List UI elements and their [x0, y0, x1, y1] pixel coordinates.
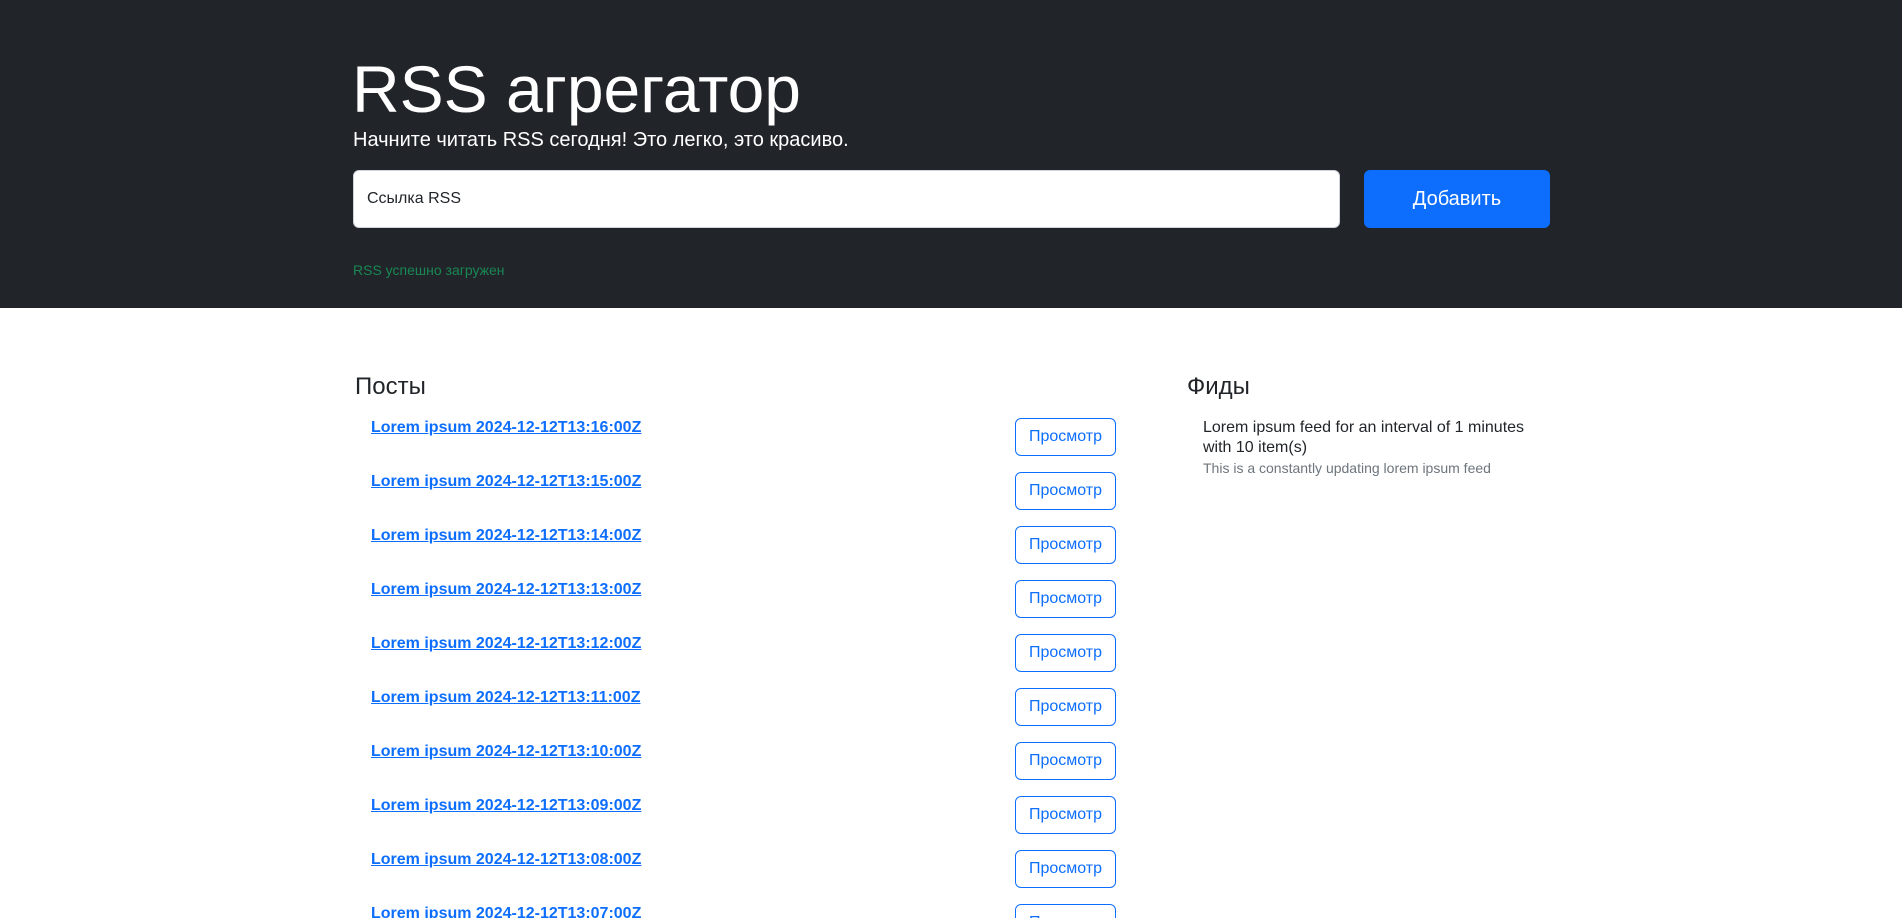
- page-title: RSS агрегатор: [352, 52, 802, 126]
- view-button[interactable]: Просмотр: [1015, 418, 1116, 456]
- posts-list: Lorem ipsum 2024-12-12T13:16:00Z Просмот…: [355, 414, 1117, 918]
- post-item: Lorem ipsum 2024-12-12T13:13:00Z Просмот…: [355, 576, 1117, 630]
- view-button[interactable]: Просмотр: [1015, 526, 1116, 564]
- post-item: Lorem ipsum 2024-12-12T13:08:00Z Просмот…: [355, 846, 1117, 900]
- post-link[interactable]: Lorem ipsum 2024-12-12T13:13:00Z: [371, 581, 641, 599]
- rss-url-input[interactable]: [353, 170, 1340, 228]
- view-button[interactable]: Просмотр: [1015, 688, 1116, 726]
- add-button[interactable]: Добавить: [1364, 170, 1550, 228]
- view-button[interactable]: Просмотр: [1015, 472, 1116, 510]
- post-link[interactable]: Lorem ipsum 2024-12-12T13:08:00Z: [371, 851, 641, 869]
- hero-section: RSS агрегатор Начните читать RSS сегодня…: [0, 0, 1902, 308]
- post-link[interactable]: Lorem ipsum 2024-12-12T13:14:00Z: [371, 527, 641, 545]
- feed-item: Lorem ipsum feed for an interval of 1 mi…: [1187, 414, 1550, 481]
- post-link[interactable]: Lorem ipsum 2024-12-12T13:12:00Z: [371, 635, 641, 653]
- view-button[interactable]: Просмотр: [1015, 742, 1116, 780]
- post-link[interactable]: Lorem ipsum 2024-12-12T13:10:00Z: [371, 743, 641, 761]
- feedback-message: RSS успешно загружен: [353, 262, 505, 278]
- view-button[interactable]: Просмотр: [1015, 796, 1116, 834]
- view-button[interactable]: Просмотр: [1015, 904, 1116, 918]
- post-link[interactable]: Lorem ipsum 2024-12-12T13:16:00Z: [371, 419, 641, 437]
- view-button[interactable]: Просмотр: [1015, 634, 1116, 672]
- view-button[interactable]: Просмотр: [1015, 850, 1116, 888]
- post-item: Lorem ipsum 2024-12-12T13:07:00Z Просмот…: [355, 900, 1117, 918]
- post-link[interactable]: Lorem ipsum 2024-12-12T13:07:00Z: [371, 905, 641, 918]
- feeds-title: Фиды: [1187, 373, 1250, 400]
- feed-title: Lorem ipsum feed for an interval of 1 mi…: [1203, 419, 1525, 456]
- post-item: Lorem ipsum 2024-12-12T13:12:00Z Просмот…: [355, 630, 1117, 684]
- post-link[interactable]: Lorem ipsum 2024-12-12T13:11:00Z: [371, 689, 640, 707]
- post-item: Lorem ipsum 2024-12-12T13:15:00Z Просмот…: [355, 468, 1117, 522]
- posts-title: Посты: [355, 373, 426, 400]
- post-link[interactable]: Lorem ipsum 2024-12-12T13:15:00Z: [371, 473, 641, 491]
- feed-description: This is a constantly updating lorem ipsu…: [1203, 460, 1491, 476]
- post-item: Lorem ipsum 2024-12-12T13:16:00Z Просмот…: [355, 414, 1117, 468]
- view-button[interactable]: Просмотр: [1015, 580, 1116, 618]
- page-lead: Начните читать RSS сегодня! Это легко, э…: [353, 129, 849, 151]
- post-link[interactable]: Lorem ipsum 2024-12-12T13:09:00Z: [371, 797, 641, 815]
- post-item: Lorem ipsum 2024-12-12T13:09:00Z Просмот…: [355, 792, 1117, 846]
- feeds-list: Lorem ipsum feed for an interval of 1 mi…: [1187, 414, 1550, 481]
- post-item: Lorem ipsum 2024-12-12T13:10:00Z Просмот…: [355, 738, 1117, 792]
- post-item: Lorem ipsum 2024-12-12T13:11:00Z Просмот…: [355, 684, 1117, 738]
- post-item: Lorem ipsum 2024-12-12T13:14:00Z Просмот…: [355, 522, 1117, 576]
